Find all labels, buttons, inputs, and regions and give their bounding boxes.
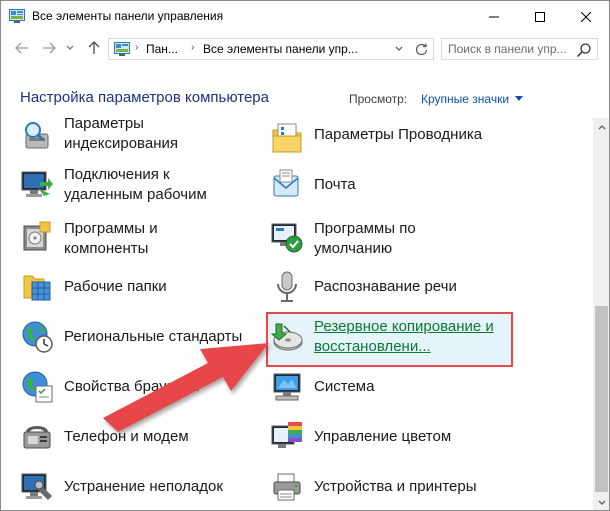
close-button[interactable] [563,1,609,32]
arrow-right-icon [43,42,56,54]
item-label: Параметры Проводника [314,126,483,143]
item-label: Параметры индексирования [64,118,178,152]
address-toolbar: › Пан... › Все элементы панели упр... [1,32,609,66]
address-field[interactable]: › Пан... › Все элементы панели упр... [108,38,434,60]
refresh-icon [415,43,427,55]
backup-restore-icon [270,323,303,351]
item-browser-properties[interactable]: Свойства браузера [20,364,260,410]
content-header: Настройка параметров компьютера Просмотр… [1,66,609,118]
control-panel-window: Все элементы панели управления › Пан... … [0,0,610,511]
chevron-up-icon [598,124,605,129]
page-title: Настройка параметров компьютера [20,89,269,106]
control-panel-items: Параметры индексирования Параметры Прово… [1,118,593,510]
breadcrumb-item[interactable]: Все элементы панели упр... [203,42,358,56]
item-label: Телефон и модем [64,428,189,445]
mail-icon [273,169,299,197]
refresh-button[interactable] [412,41,430,57]
item-devices-printers[interactable]: Устройства и принтеры [270,464,510,510]
item-region[interactable]: Региональные стандарты [20,314,260,360]
phone-modem-icon [23,426,51,449]
minimize-button[interactable] [471,1,517,32]
back-button[interactable] [13,39,31,57]
color-management-icon [271,422,302,448]
browser-properties-icon [22,371,53,403]
item-programs-and-features[interactable]: Программы и компоненты [20,214,260,260]
breadcrumb-separator-icon: › [135,42,139,53]
item-mail[interactable]: Почта [270,162,510,208]
item-label: Устройства и принтеры [314,478,477,495]
search-icon[interactable] [576,42,592,58]
vertical-scrollbar[interactable] [593,118,609,510]
item-work-folders[interactable]: Рабочие папки [20,264,260,310]
item-remote-desktop[interactable]: Подключения к удаленным рабочим [20,162,260,208]
item-label: Распознавание речи [314,278,457,295]
item-speech-recognition[interactable]: Распознавание речи [270,264,510,310]
item-phone-modem[interactable]: Телефон и модем [20,414,260,460]
breadcrumb-item[interactable]: Пан... [146,42,178,56]
chevron-down-icon [598,500,605,505]
programs-and-features-icon [23,221,51,251]
system-icon [273,373,301,401]
maximize-icon [535,11,545,22]
chevron-down-icon[interactable] [515,96,523,101]
item-file-explorer-options[interactable]: Параметры Проводника [270,118,510,164]
window-title: Все элементы панели управления [32,9,224,23]
remote-desktop-icon [21,171,53,197]
item-label: Резервное копирование и восстановлени... [314,318,494,355]
search-input[interactable] [448,41,570,57]
indexing-options-icon [25,122,49,149]
item-label: Свойства браузера [64,378,199,395]
close-icon [581,11,591,22]
item-label: Программы и компоненты [64,220,158,257]
item-system[interactable]: Система [270,364,510,410]
item-label: Подключения к удаленным рабочим [64,166,207,203]
region-icon [22,321,53,353]
scroll-up-button[interactable] [593,118,609,135]
arrow-left-icon [15,42,28,54]
item-indexing-options[interactable]: Параметры индексирования [20,118,260,160]
control-panel-icon [114,42,130,56]
item-label: Устранение неполадок [64,478,223,495]
default-programs-icon [271,223,303,253]
troubleshooting-icon [21,473,52,500]
work-folders-icon [23,275,51,301]
arrow-up-icon [88,41,100,54]
scroll-down-button[interactable] [593,494,609,510]
chevron-down-icon [395,46,403,51]
scroll-thumb[interactable] [595,306,608,492]
breadcrumb-separator-icon[interactable]: › [191,42,194,53]
address-history-button[interactable] [392,41,406,57]
file-explorer-options-icon [272,123,302,153]
title-bar[interactable]: Все элементы панели управления [1,1,609,32]
recent-locations-button[interactable] [64,39,76,57]
item-label: Почта [314,176,356,193]
speech-recognition-icon [277,271,297,302]
forward-button[interactable] [40,39,58,57]
item-label: Региональные стандарты [64,328,243,345]
item-label: Управление цветом [314,428,452,445]
item-default-programs[interactable]: Программы по умолчанию [270,214,510,260]
item-color-management[interactable]: Управление цветом [270,414,510,460]
chevron-down-icon [66,45,74,50]
item-label: Рабочие папки [64,278,167,295]
item-label: Система [314,378,375,395]
up-button[interactable] [85,39,103,57]
control-panel-icon [9,9,25,23]
item-troubleshooting[interactable]: Устранение неполадок [20,464,260,510]
item-backup-restore[interactable]: Резервное копирование и восстановлени... [270,314,510,360]
minimize-icon [489,16,499,17]
maximize-button[interactable] [517,1,563,32]
devices-printers-icon [273,473,301,501]
view-by-label: Просмотр: [349,92,408,106]
item-label: Программы по умолчанию [314,220,416,257]
search-box[interactable] [441,38,598,60]
view-by-dropdown[interactable]: Крупные значки [421,92,509,106]
